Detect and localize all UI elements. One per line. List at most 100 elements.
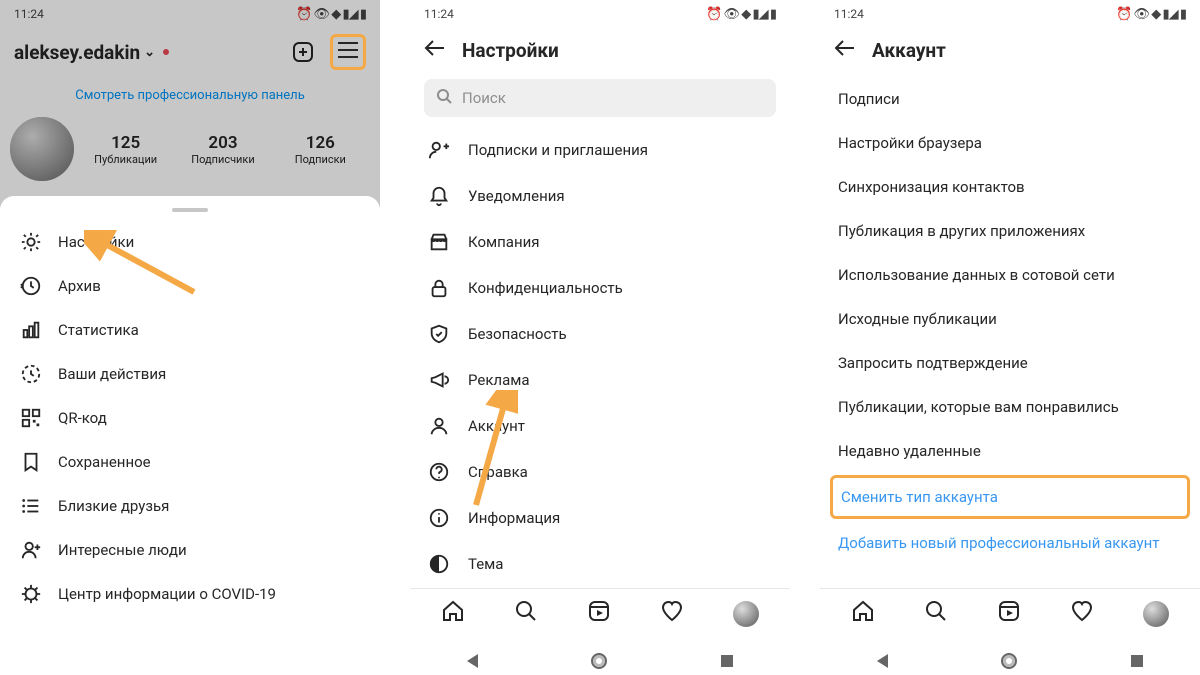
phone-settings: 11:24 ⏰ 👁 ◆ ▮◢ ▮ Настройки Поиск Подписк… [410, 0, 790, 675]
nav-likes[interactable] [660, 599, 684, 629]
stat-following[interactable]: 126 Подписки [275, 133, 366, 166]
menu-item-gear[interactable]: Настройки [0, 220, 380, 264]
account-item[interactable]: Недавно удаленные [820, 429, 1200, 473]
settings-item-label: Подписки и приглашения [468, 141, 648, 159]
add-pro-account-link[interactable]: Добавить новый профессиональный аккаунт [820, 521, 1200, 565]
menu-item-label: Близкие друзья [58, 497, 169, 515]
settings-item-lock[interactable]: Конфиденциальность [410, 265, 790, 311]
nav-profile[interactable] [1143, 601, 1169, 627]
settings-item-ads[interactable]: Реклама [410, 357, 790, 403]
stat-posts[interactable]: 125 Публикации [80, 133, 171, 166]
menu-item-stats[interactable]: Статистика [0, 308, 380, 352]
nav-search[interactable] [514, 599, 538, 629]
account-item[interactable]: Публикации, которые вам понравились [820, 385, 1200, 429]
account-icon [428, 415, 450, 437]
settings-item-follow[interactable]: Подписки и приглашения [410, 127, 790, 173]
menu-item-bookmark[interactable]: Сохраненное [0, 440, 380, 484]
stat-label: Подписчики [177, 153, 268, 166]
android-home[interactable] [591, 653, 607, 669]
notification-dot-icon [163, 49, 169, 55]
search-icon [514, 599, 538, 623]
settings-item-account[interactable]: Аккаунт [410, 403, 790, 449]
android-recent[interactable] [721, 655, 733, 667]
android-recent[interactable] [1131, 655, 1143, 667]
settings-item-info[interactable]: Информация [410, 495, 790, 541]
account-item[interactable]: Синхронизация контактов [820, 165, 1200, 209]
home-icon [441, 599, 465, 623]
heart-icon [1070, 599, 1094, 623]
account-item[interactable]: Публикация в других приложениях [820, 209, 1200, 253]
switch-account-type-button[interactable]: Сменить тип аккаунта [830, 475, 1190, 519]
username-switcher[interactable]: aleksey.edakin ⌄ [14, 41, 169, 64]
settings-item-label: Уведомления [468, 187, 565, 205]
menu-item-label: Ваши действия [58, 365, 166, 383]
back-button[interactable] [834, 38, 856, 63]
settings-header: Настройки [410, 24, 790, 73]
menu-item-activity[interactable]: Ваши действия [0, 352, 380, 396]
account-item[interactable]: Подписи [820, 77, 1200, 121]
status-bar: 11:24 ⏰ 👁 ◆ ▮◢ ▮ [410, 0, 790, 24]
lock-icon [428, 277, 450, 299]
android-back[interactable] [467, 654, 478, 668]
nav-reels[interactable] [997, 599, 1021, 629]
list-icon [20, 495, 42, 517]
stat-label: Подписки [275, 153, 366, 166]
add-post-button[interactable] [290, 39, 316, 65]
menu-item-label: Центр информации о COVID-19 [58, 585, 276, 603]
back-arrow-icon [834, 39, 856, 57]
stat-followers[interactable]: 203 Подписчики [177, 133, 268, 166]
settings-item-shop[interactable]: Компания [410, 219, 790, 265]
home-icon [851, 599, 875, 623]
search-placeholder: Поиск [462, 89, 506, 107]
settings-item-theme[interactable]: Тема [410, 541, 790, 587]
status-time: 11:24 [424, 7, 454, 21]
back-button[interactable] [424, 38, 446, 63]
account-item[interactable]: Запросить подтверждение [820, 341, 1200, 385]
profile-header: aleksey.edakin ⌄ [0, 24, 380, 76]
settings-item-label: Тема [468, 555, 503, 573]
stats-icon [20, 319, 42, 341]
settings-item-label: Реклама [468, 371, 530, 389]
account-item[interactable]: Использование данных в сотовой сети [820, 253, 1200, 297]
nav-home[interactable] [441, 599, 465, 629]
shield-icon [428, 323, 450, 345]
page-title: Настройки [462, 39, 559, 62]
menu-item-person-add[interactable]: Интересные люди [0, 528, 380, 572]
settings-search[interactable]: Поиск [424, 79, 776, 117]
avatar[interactable] [10, 117, 74, 181]
menu-item-label: Архив [58, 277, 101, 295]
settings-item-help[interactable]: Справка [410, 449, 790, 495]
covid-icon [20, 583, 42, 605]
menu-item-list[interactable]: Близкие друзья [0, 484, 380, 528]
android-nav [410, 653, 790, 669]
settings-item-label: Аккаунт [468, 417, 525, 435]
android-home[interactable] [1001, 653, 1017, 669]
nav-likes[interactable] [1070, 599, 1094, 629]
menu-item-qr[interactable]: QR-код [0, 396, 380, 440]
account-item[interactable]: Исходные публикации [820, 297, 1200, 341]
sheet-handle[interactable] [172, 208, 208, 212]
nav-reels[interactable] [587, 599, 611, 629]
profile-stats: 125 Публикации 203 Подписчики 126 Подпис… [0, 117, 380, 189]
settings-item-bell[interactable]: Уведомления [410, 173, 790, 219]
menu-item-label: Интересные люди [58, 541, 187, 559]
settings-item-shield[interactable]: Безопасность [410, 311, 790, 357]
menu-item-label: Настройки [58, 233, 134, 251]
settings-item-label: Информация [468, 509, 560, 527]
search-icon [924, 599, 948, 623]
account-item[interactable]: Настройки браузера [820, 121, 1200, 165]
nav-profile[interactable] [733, 601, 759, 627]
stat-number: 203 [177, 133, 268, 153]
bottom-sheet-menu: Настройки Архив Статистика Ваши действия… [0, 196, 380, 675]
account-header: Аккаунт [820, 24, 1200, 73]
pro-dashboard-link[interactable]: Смотреть профессиональную панель [0, 76, 380, 117]
hamburger-menu-button[interactable] [330, 34, 366, 70]
menu-item-covid[interactable]: Центр информации о COVID-19 [0, 572, 380, 616]
nav-search[interactable] [924, 599, 948, 629]
menu-item-history[interactable]: Архив [0, 264, 380, 308]
status-bar: 11:24 ⏰ 👁 ◆ ▮◢ ▮ [820, 0, 1200, 24]
status-time: 11:24 [14, 7, 44, 21]
nav-home[interactable] [851, 599, 875, 629]
person-add-icon [20, 539, 42, 561]
android-back[interactable] [877, 654, 888, 668]
